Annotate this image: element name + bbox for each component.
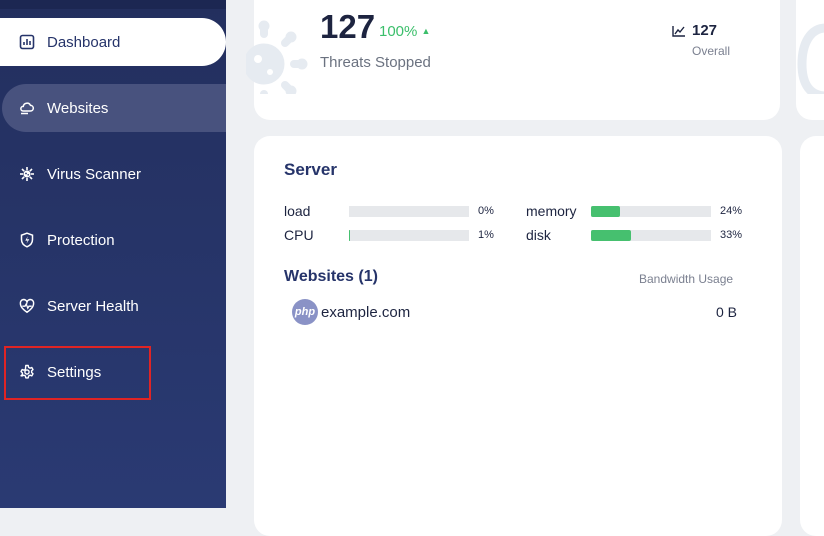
overall-stat: 127 — [672, 22, 717, 39]
sidebar-item-label: Websites — [47, 99, 109, 117]
website-bandwidth: 0 B — [716, 304, 738, 320]
sidebar-item-server-health[interactable]: Server Health — [0, 282, 226, 330]
threats-caption: Threats Stopped — [320, 54, 431, 71]
memory-bar — [591, 206, 711, 217]
server-title: Server — [284, 160, 337, 179]
metric-value-disk: 33% — [720, 229, 743, 241]
metric-value-load: 0% — [478, 205, 494, 217]
trend-chart-icon — [672, 25, 685, 37]
bandwidth-usage-label: Bandwidth Usage — [639, 272, 734, 286]
sidebar-item-protection[interactable]: Protection — [0, 216, 226, 264]
virus-icon — [18, 165, 36, 183]
metric-label-cpu: CPU — [284, 227, 314, 243]
metric-label-disk: disk — [526, 227, 551, 243]
metric-label-load: load — [284, 203, 311, 219]
partial-card-top — [796, 0, 824, 120]
metric-value-memory: 24% — [720, 205, 743, 217]
virus-watermark-icon — [246, 20, 308, 94]
sidebar-item-label: Dashboard — [47, 33, 121, 51]
website-name[interactable]: example.com — [321, 304, 410, 321]
websites-title: Websites (1) — [284, 268, 378, 285]
server-card: Server load 0% CPU 1% memory 24% disk 33… — [254, 136, 782, 536]
php-logo-icon: php — [292, 299, 318, 325]
sidebar: Dashboard Websites Virus Scanner Protect… — [0, 0, 226, 508]
cpu-bar — [349, 230, 469, 241]
sidebar-item-label: Server Health — [47, 297, 139, 315]
bar-chart-icon — [18, 33, 36, 51]
arrow-up-icon: ▲ — [421, 26, 431, 36]
metric-value-cpu: 1% — [478, 229, 494, 241]
partial-watermark-icon — [797, 23, 824, 94]
sidebar-item-dashboard[interactable]: Dashboard — [0, 18, 226, 66]
threats-count: 127 — [320, 8, 376, 45]
cloud-icon — [18, 99, 36, 117]
sidebar-top-strip — [0, 0, 226, 9]
disk-bar — [591, 230, 711, 241]
threats-card: 127 100% ▲ Threats Stopped 127 Overall — [246, 0, 780, 120]
metric-label-memory: memory — [526, 203, 577, 219]
sidebar-item-virus-scanner[interactable]: Virus Scanner — [0, 150, 226, 198]
settings-highlight-box — [4, 346, 151, 400]
shield-icon — [18, 231, 36, 249]
cpu-bar-fill — [349, 230, 350, 241]
sidebar-item-label: Protection — [47, 231, 115, 249]
load-bar — [349, 206, 469, 217]
partial-card-bottom — [800, 136, 824, 536]
heart-pulse-icon — [18, 297, 36, 315]
sidebar-item-websites[interactable]: Websites — [2, 84, 226, 132]
threats-change: 100% ▲ — [379, 23, 431, 40]
sidebar-item-label: Virus Scanner — [47, 165, 141, 183]
disk-bar-fill — [591, 230, 631, 241]
memory-bar-fill — [591, 206, 620, 217]
overall-label: Overall — [692, 44, 731, 58]
